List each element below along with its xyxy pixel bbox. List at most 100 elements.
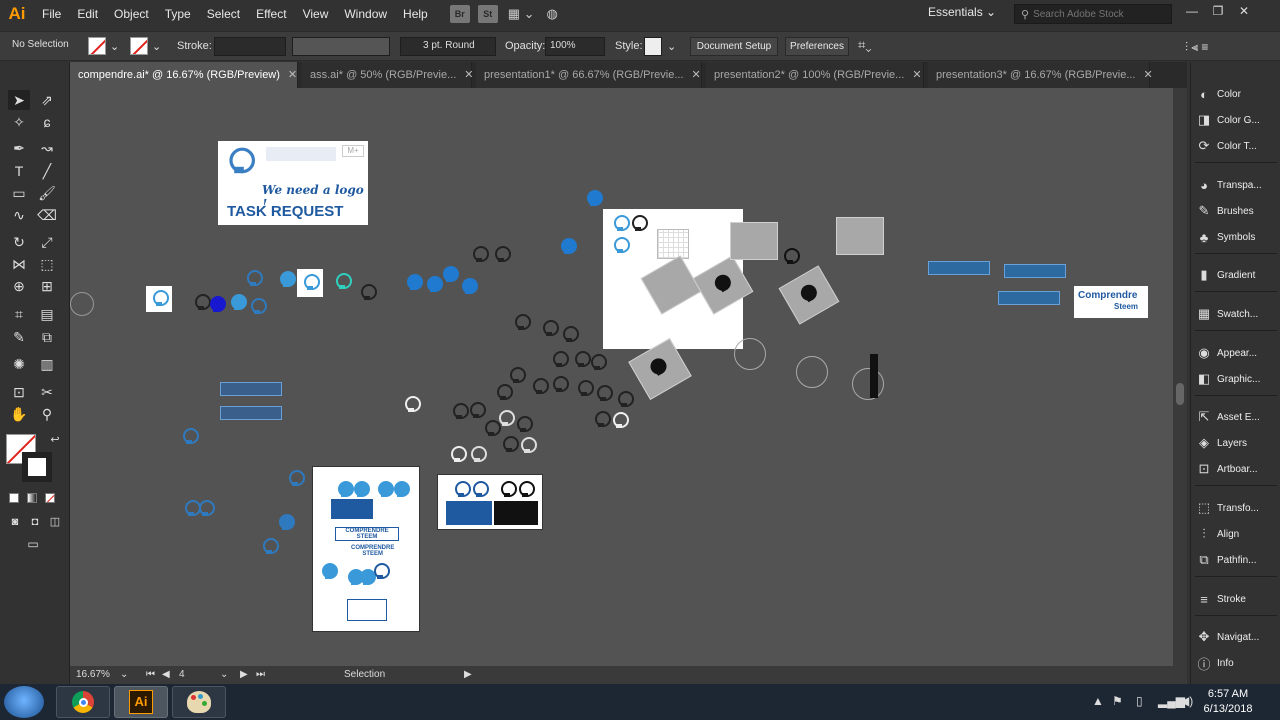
chevron-down-icon[interactable]: ⌄ bbox=[120, 669, 128, 680]
none-mode-icon[interactable] bbox=[45, 493, 55, 503]
symbol-sprayer-tool-icon[interactable]: ✺ bbox=[8, 354, 30, 374]
bridge-icon[interactable]: Br bbox=[449, 5, 470, 23]
search-input[interactable] bbox=[1033, 8, 1164, 20]
draw-inside-icon[interactable]: ◫ bbox=[44, 512, 66, 532]
perspective-grid-tool-icon[interactable]: ⊞ bbox=[36, 276, 58, 296]
scroll-thumb[interactable] bbox=[1176, 383, 1184, 405]
arrange-documents-icon[interactable]: ▦ ⌄ bbox=[508, 6, 535, 22]
tab-compendre[interactable]: compendre.ai* @ 16.67% (RGB/Preview) ✕ bbox=[70, 62, 298, 88]
small-logo-artboard[interactable] bbox=[297, 269, 323, 297]
zoom-tool-icon[interactable]: ⚲ bbox=[36, 404, 58, 424]
scale-tool-icon[interactable]: ⤢ bbox=[36, 232, 58, 252]
close-icon[interactable]: ✕ bbox=[912, 69, 921, 81]
restore-button[interactable]: ❐ bbox=[1206, 2, 1230, 20]
column-graph-tool-icon[interactable]: ▥ bbox=[36, 354, 58, 374]
panel-info[interactable]: ⓘ Info bbox=[1191, 651, 1280, 675]
magic-wand-tool-icon[interactable]: ✧ bbox=[8, 112, 30, 132]
panel-color[interactable]: ◐ Color bbox=[1191, 82, 1280, 106]
status-menu-icon[interactable]: ▶ bbox=[464, 669, 472, 680]
search-box[interactable]: ⚲ bbox=[1014, 4, 1172, 24]
lasso-tool-icon[interactable]: ɕ bbox=[36, 112, 58, 132]
menu-window[interactable]: Window bbox=[336, 0, 395, 28]
small-logo-artboard[interactable] bbox=[146, 286, 172, 312]
close-window-button[interactable]: ✕ bbox=[1232, 2, 1256, 20]
panel-color-guide[interactable]: ◨ Color G... bbox=[1191, 108, 1280, 132]
menu-object[interactable]: Object bbox=[106, 0, 157, 28]
chevron-down-icon[interactable]: ⌄ bbox=[110, 40, 119, 53]
gradient-mode-icon[interactable] bbox=[27, 493, 37, 503]
volume-icon[interactable]: ◀) bbox=[1180, 694, 1193, 708]
draw-normal-icon[interactable]: ◙ bbox=[4, 512, 26, 532]
variable-width-profile[interactable] bbox=[292, 37, 390, 56]
artboard-number[interactable]: 4 bbox=[179, 669, 185, 680]
align-icon[interactable]: ⫶ ⫷ ≡ bbox=[1185, 40, 1208, 55]
panel-swatches[interactable]: ▦ Swatch... bbox=[1191, 302, 1280, 326]
panel-gradient[interactable]: ▮ Gradient bbox=[1191, 263, 1280, 287]
draw-behind-icon[interactable]: ◘ bbox=[24, 512, 46, 532]
rectangle-tool-icon[interactable]: ▭ bbox=[8, 183, 30, 203]
panel-graphic-styles[interactable]: ◧ Graphic... bbox=[1191, 367, 1280, 391]
swap-colors-icon[interactable]: ↩ bbox=[44, 430, 66, 450]
logo-variants-artboard[interactable] bbox=[437, 474, 543, 530]
screen-mode-icon[interactable]: ▭ bbox=[22, 534, 44, 554]
panel-brushes[interactable]: ✎ Brushes bbox=[1191, 199, 1280, 223]
brush-definition[interactable]: 3 pt. Round bbox=[400, 37, 496, 56]
panel-appearance[interactable]: ◉ Appear... bbox=[1191, 341, 1280, 365]
gradient-tool-icon[interactable]: ▤ bbox=[36, 304, 58, 324]
panel-transform[interactable]: ⬚ Transfo... bbox=[1191, 496, 1280, 520]
menu-select[interactable]: Select bbox=[199, 0, 248, 28]
close-icon[interactable]: ✕ bbox=[692, 69, 701, 81]
logo-sheet-artboard[interactable]: COMPRENDRE STEEM COMPRENDRE STEEM bbox=[312, 466, 420, 632]
task-request-artboard[interactable]: M+ We need a logo ! TASK REQUEST bbox=[218, 141, 368, 225]
stroke-weight-input[interactable] bbox=[214, 37, 286, 56]
last-artboard-icon[interactable]: ⏭ bbox=[256, 669, 265, 680]
panel-navigator[interactable]: ✥ Navigat... bbox=[1191, 625, 1280, 649]
eyedropper-tool-icon[interactable]: ✎ bbox=[8, 327, 30, 347]
document-setup-button[interactable]: Document Setup bbox=[690, 37, 778, 56]
artboard-canvas[interactable]: M+ We need a logo ! TASK REQUEST Compren… bbox=[70, 88, 1173, 666]
close-icon[interactable]: ✕ bbox=[1144, 69, 1153, 81]
tab-presentation1[interactable]: presentation1* @ 66.67% (RGB/Previe... ✕ bbox=[476, 62, 702, 88]
artboard-tool-icon[interactable]: ⊡ bbox=[8, 382, 30, 402]
shaper-tool-icon[interactable]: ∿ bbox=[8, 205, 30, 225]
panel-symbols[interactable]: ♣ Symbols bbox=[1191, 225, 1280, 249]
minimize-button[interactable]: — bbox=[1180, 2, 1204, 20]
eraser-tool-icon[interactable]: ⌫ bbox=[36, 205, 58, 225]
rotate-tool-icon[interactable]: ↻ bbox=[8, 232, 30, 252]
first-artboard-icon[interactable]: ⏮ bbox=[146, 669, 155, 680]
workspace-switcher[interactable]: Essentials ⌄ bbox=[928, 5, 996, 19]
blend-tool-icon[interactable]: ⧉ bbox=[36, 327, 58, 347]
opacity-input[interactable]: 100% bbox=[545, 37, 605, 56]
transform-icon[interactable]: ⌗⌄ bbox=[858, 37, 871, 53]
mesh-tool-icon[interactable]: ⌗ bbox=[8, 304, 30, 324]
previous-artboard-icon[interactable]: ◀ bbox=[162, 669, 170, 680]
chevron-down-icon[interactable]: ⌄ bbox=[667, 40, 676, 53]
paintbrush-tool-icon[interactable]: 🖌 bbox=[36, 183, 58, 203]
stroke-color-box[interactable] bbox=[22, 452, 52, 482]
menu-help[interactable]: Help bbox=[395, 0, 436, 28]
tab-ass[interactable]: ass.ai* @ 50% (RGB/Previe... ✕ bbox=[302, 62, 474, 88]
menu-type[interactable]: Type bbox=[157, 0, 199, 28]
paint-taskbar-button[interactable] bbox=[172, 686, 226, 718]
line-tool-icon[interactable]: ╱ bbox=[36, 161, 58, 181]
width-tool-icon[interactable]: ⋈ bbox=[8, 254, 30, 274]
color-mode-icon[interactable] bbox=[9, 493, 19, 503]
illustrator-taskbar-button[interactable]: Ai bbox=[114, 686, 168, 718]
system-clock[interactable]: 6:57 AM 6/13/2018 bbox=[1196, 687, 1260, 717]
flag-icon[interactable]: ⚑ bbox=[1112, 694, 1123, 708]
tab-presentation3[interactable]: presentation3* @ 16.67% (RGB/Previe... ✕ bbox=[928, 62, 1153, 88]
chevron-down-icon[interactable]: ⌄ bbox=[220, 669, 228, 680]
panel-layers[interactable]: ◈ Layers bbox=[1191, 431, 1280, 455]
chevron-down-icon[interactable]: ⌄ bbox=[152, 40, 161, 53]
device-icon[interactable]: ▯ bbox=[1136, 694, 1143, 708]
panel-artboards[interactable]: ⊡ Artboar... bbox=[1191, 457, 1280, 481]
tray-expand-icon[interactable]: ▲ bbox=[1092, 694, 1104, 708]
close-icon[interactable]: ✕ bbox=[464, 69, 473, 81]
tab-presentation2[interactable]: presentation2* @ 100% (RGB/Previe... ✕ bbox=[706, 62, 924, 88]
panel-transparency[interactable]: ◕ Transpa... bbox=[1191, 173, 1280, 197]
menu-file[interactable]: File bbox=[34, 0, 69, 28]
zoom-level[interactable]: 16.67% bbox=[76, 669, 110, 680]
fill-swatch[interactable] bbox=[88, 37, 106, 55]
menu-edit[interactable]: Edit bbox=[69, 0, 106, 28]
curvature-tool-icon[interactable]: ↝ bbox=[36, 138, 58, 158]
